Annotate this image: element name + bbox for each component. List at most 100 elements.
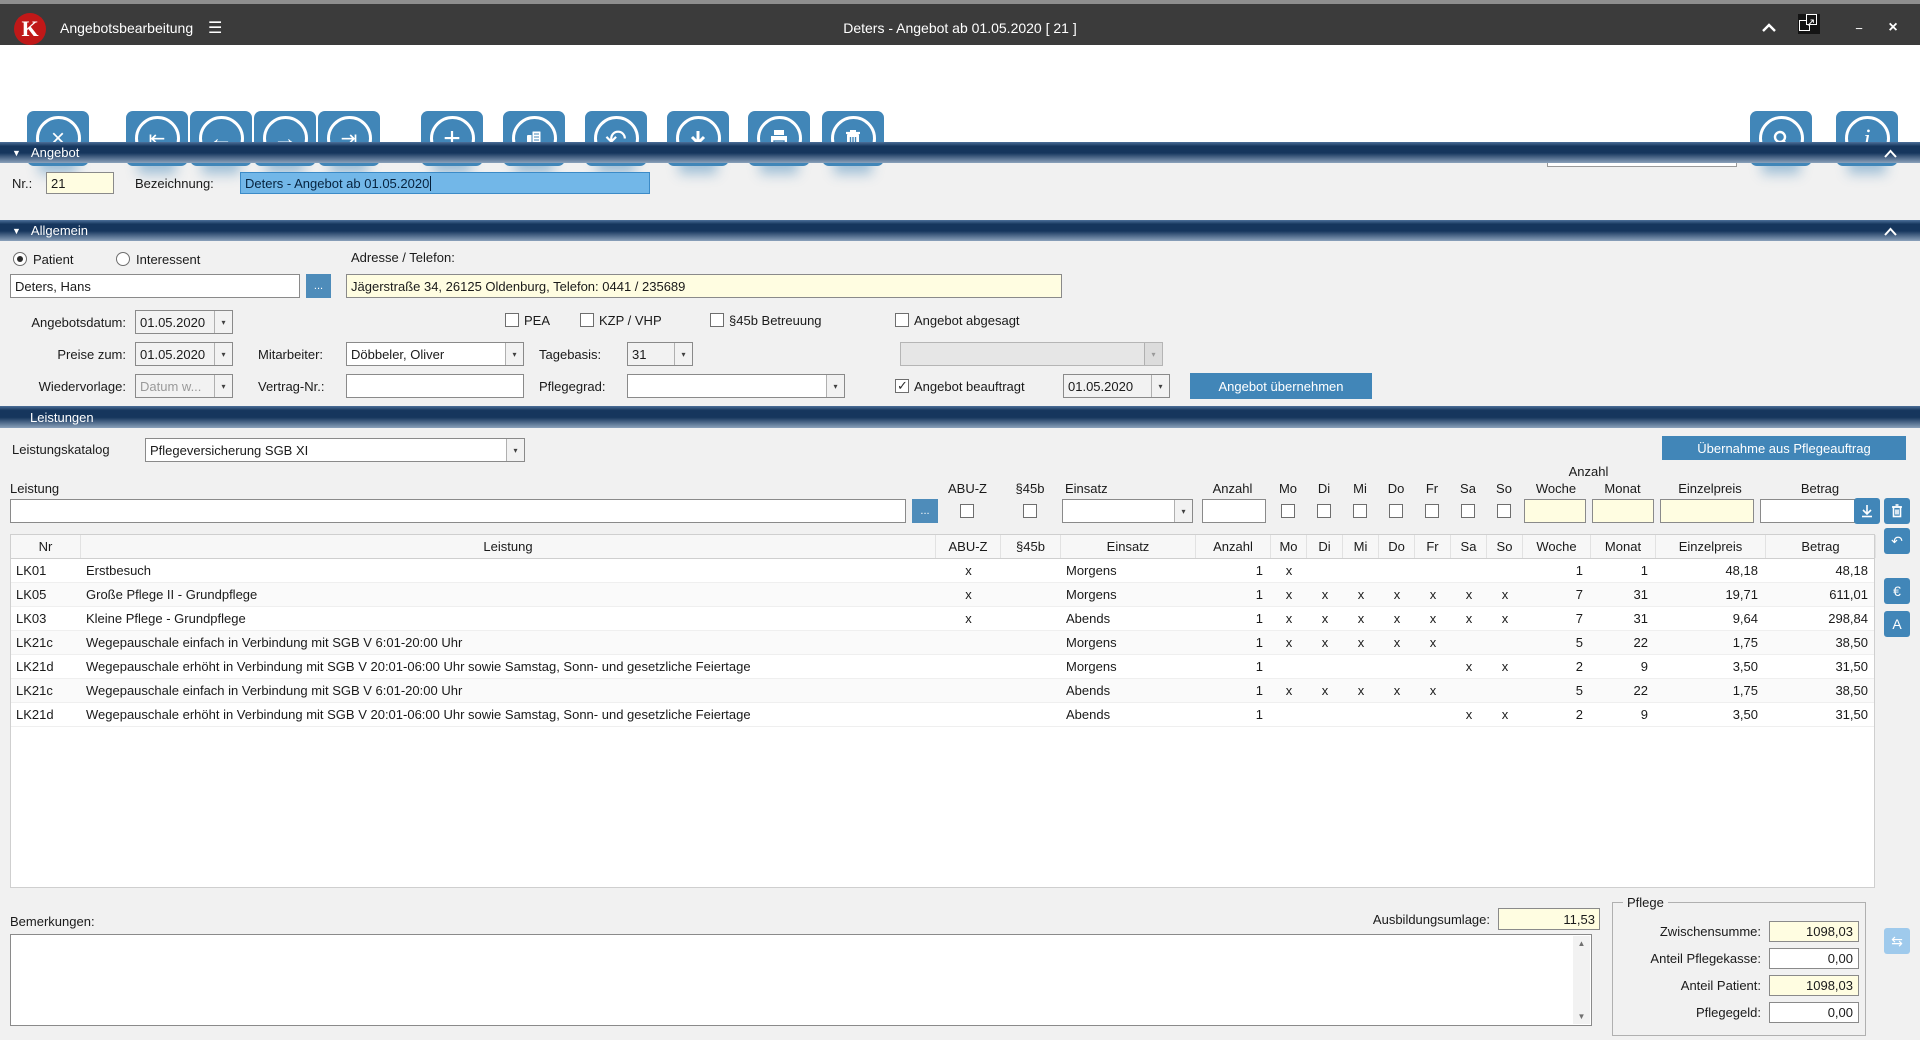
patient-lookup-button[interactable]: ... [306,274,331,298]
interessent-radio[interactable] [116,252,130,266]
dropdown-arrow-icon[interactable]: ▾ [1151,375,1169,397]
dropdown-arrow-icon[interactable]: ▾ [1174,500,1192,522]
filter-s45b-checkbox[interactable] [1023,504,1037,518]
table-row[interactable]: LK05 Große Pflege II - Grundpflege x Morgen… [11,583,1874,607]
ausbildungsumlage-field[interactable]: 11,53 [1498,908,1600,930]
table-cell [936,631,1001,654]
pflege-row-value[interactable]: 1098,03 [1769,921,1859,942]
table-row[interactable]: LK21d Wegepauschale erhöht in Verbindung … [11,703,1874,727]
maximize-icon[interactable]: ↗ [1796,14,1822,34]
angebot-beauftragt-label: Angebot beauftragt [914,379,1025,394]
table-cell: LK21c [16,683,53,698]
minimize-button[interactable]: − [1846,18,1872,38]
leistung-filter-input[interactable] [10,499,906,523]
table-row[interactable]: LK21c Wegepauschale einfach in Verbindung… [11,631,1874,655]
tagebasis-combo[interactable]: 31 ▾ [627,342,693,366]
angebotsdatum-combo[interactable]: 01.05.2020 ▾ [135,310,233,334]
filter-day-checkbox[interactable] [1281,504,1295,518]
scroll-down-icon[interactable]: ▼ [1578,1009,1586,1024]
patient-radio[interactable] [13,252,27,266]
table-cell: 9 [1640,707,1648,722]
pea-label: PEA [524,313,551,328]
angebot-abgesagt-checkbox[interactable] [895,313,909,327]
dropdown-arrow-icon[interactable]: ▾ [214,311,232,333]
filter-day-label: Mo [1278,481,1298,496]
close-window-button[interactable]: × [1880,18,1906,38]
dropdown-arrow-icon[interactable]: ▾ [826,375,844,397]
angebot-beauftragt-checkbox[interactable] [895,378,909,394]
table-cell: x [1393,587,1401,602]
filter-day-cell [1378,504,1414,518]
insert-row-button[interactable] [1854,498,1880,524]
filter-anzahl-input[interactable] [1202,499,1266,523]
filter-day-cell [1414,504,1450,518]
filter-day-checkbox[interactable] [1497,504,1511,518]
filter-woche-input[interactable] [1524,499,1586,523]
filter-day-checkbox[interactable] [1389,504,1403,518]
filter-day-checkbox[interactable] [1425,504,1439,518]
filter-day-checkbox[interactable] [1461,504,1475,518]
swap-panel-button[interactable]: ⇆ [1884,928,1910,954]
table-cell: x [1321,587,1329,602]
mitarbeiter-combo[interactable]: Döbbeler, Oliver ▾ [346,342,524,366]
chevron-up-icon[interactable] [1883,147,1898,162]
scroll-up-icon[interactable]: ▲ [1578,936,1586,951]
beauftragt-datum-value: 01.05.2020 [1064,375,1151,397]
pflege-row-value[interactable]: 1098,03 [1769,975,1859,996]
wiedervorlage-combo[interactable]: Datum w... ▾ [135,374,233,398]
patient-name-field[interactable]: Deters, Hans [10,274,300,298]
bezeichnung-field[interactable]: Deters - Angebot ab 01.05.2020 [240,172,650,194]
section-header-angebot[interactable]: ▼ Angebot [0,142,1920,163]
vertrag-nr-field[interactable] [346,374,524,398]
uebernahme-pflegeauftrag-button[interactable]: Übernahme aus Pflegeauftrag [1662,436,1906,460]
pea-checkbox[interactable] [505,313,519,327]
price-button[interactable]: € [1884,578,1910,604]
filter-day-checkbox[interactable] [1353,504,1367,518]
dropdown-arrow-icon[interactable]: ▾ [505,343,523,365]
s45b-betreuung-checkbox[interactable] [710,313,724,327]
table-row[interactable]: LK21d Wegepauschale erhöht in Verbindung … [11,655,1874,679]
filter-abuz-checkbox[interactable] [960,504,974,518]
table-cell: 298,84 [1828,611,1868,626]
pflege-row-value[interactable]: 0,00 [1769,1002,1859,1023]
chevron-up-icon[interactable] [1883,225,1898,240]
leistung-lookup-button[interactable]: ... [912,499,938,523]
section-header-allgemein[interactable]: ▼ Allgemein [0,220,1920,241]
collapse-window-button[interactable] [1756,18,1782,38]
dropdown-arrow-icon[interactable]: ▾ [506,439,524,461]
textarea-scrollbar[interactable]: ▲ ▼ [1573,936,1590,1024]
table-cell: Wegepauschale erhöht in Verbindung mit S… [86,659,751,674]
pflege-row-value[interactable]: 0,00 [1769,948,1859,969]
filter-betrag-input[interactable] [1760,499,1855,523]
bemerkungen-textarea[interactable]: ▲ ▼ [10,934,1592,1026]
table-cell: 1 [1255,587,1263,602]
filter-einsatz-combo[interactable]: ▾ [1062,499,1193,523]
filter-day-checkbox[interactable] [1317,504,1331,518]
table-row[interactable]: LK21c Wegepauschale einfach in Verbindung… [11,679,1874,703]
section-header-leistungen[interactable]: Leistungen [0,406,1920,428]
dropdown-arrow-icon[interactable]: ▾ [214,375,232,397]
font-button[interactable]: A [1884,611,1910,637]
table-cell [1271,703,1307,726]
beauftragt-datum-combo[interactable]: 01.05.2020 ▾ [1063,374,1170,398]
dropdown-arrow-icon[interactable]: ▾ [674,343,692,365]
menu-icon[interactable]: ☰ [208,18,222,38]
bezeichnung-value: Deters - Angebot ab 01.05.2020 [245,175,430,191]
delete-row-button[interactable] [1884,498,1910,524]
table-cell: Abends [1066,683,1111,698]
nr-field[interactable]: 21 [46,172,114,194]
filter-einzelpreis-input[interactable] [1660,499,1754,523]
dropdown-arrow-icon[interactable]: ▾ [214,343,232,365]
preise-zum-combo[interactable]: 01.05.2020 ▾ [135,342,233,366]
adresse-field[interactable]: Jägerstraße 34, 26125 Oldenburg, Telefon… [346,274,1062,298]
table-cell: 2 [1575,707,1583,722]
table-row[interactable]: LK03 Kleine Pflege - Grundpflege x Abends 1 x… [11,607,1874,631]
leistungskatalog-combo[interactable]: Pflegeversicherung SGB XI ▾ [145,438,525,462]
pflegegrad-combo[interactable]: ▾ [627,374,845,398]
kzp-vhp-checkbox[interactable] [580,313,594,327]
filter-monat-input[interactable] [1592,499,1654,523]
angebot-uebernehmen-button[interactable]: Angebot übernehmen [1190,373,1372,399]
table-row[interactable]: LK01 Erstbesuch x Morgens 1 x 1 1 48,18 48,18 [11,559,1874,583]
filter-anzahl-label: Anzahl [1212,481,1253,496]
undo-row-button[interactable]: ↶ [1884,528,1910,554]
